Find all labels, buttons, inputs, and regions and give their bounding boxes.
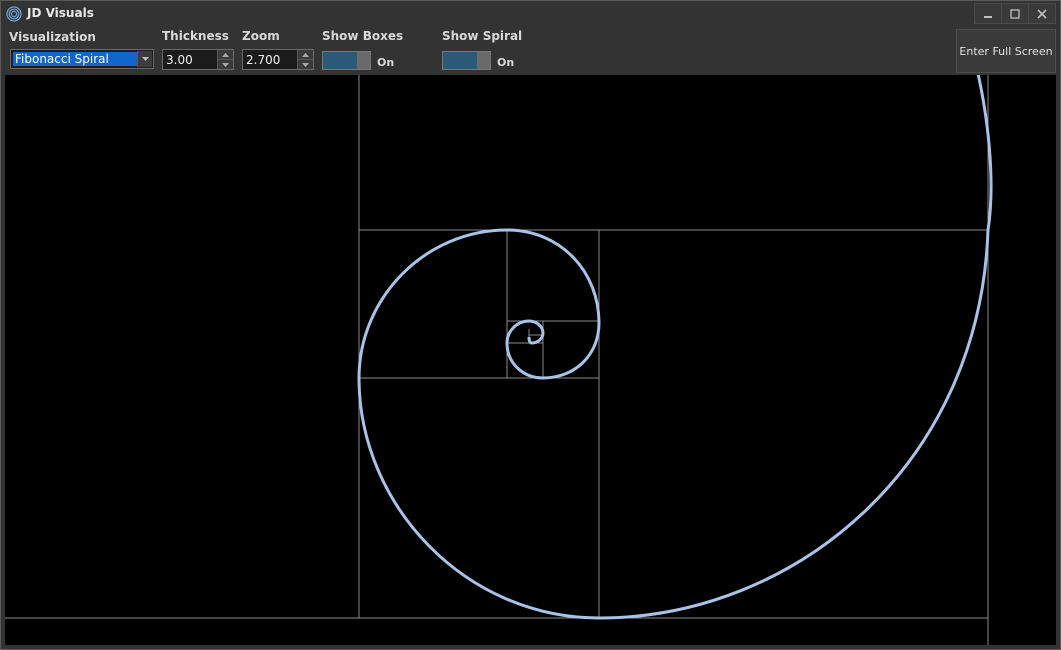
zoom-value[interactable]: 2.700 (246, 53, 280, 67)
title-bar[interactable]: JD Visuals (1, 1, 1060, 25)
close-button[interactable] (1028, 3, 1056, 24)
show-boxes-state: On (377, 56, 395, 69)
show-spiral-state: On (497, 56, 515, 69)
minimize-icon (984, 15, 992, 18)
fibonacci-box (358, 229, 600, 619)
zoom-spin-buttons (297, 50, 313, 69)
fibonacci-spiral-drawing (5, 44, 993, 645)
dropdown-arrow-button[interactable] (137, 51, 152, 67)
arrow-up-icon (302, 52, 309, 57)
fibonacci-boxes (5, 75, 989, 645)
thickness-spin-buttons (217, 50, 233, 69)
chevron-down-icon (141, 57, 149, 61)
show-boxes-toggle[interactable] (322, 51, 371, 70)
visualization-canvas[interactable] (5, 44, 1056, 645)
zoom-increment[interactable] (298, 50, 313, 60)
window-title: JD Visuals (27, 6, 94, 20)
show-spiral-toggle[interactable] (442, 51, 491, 70)
app-window: JD Visuals Visualization Fibonacci Spira… (0, 0, 1061, 650)
zoom-label: Zoom (242, 29, 280, 43)
zoom-decrement[interactable] (298, 60, 313, 69)
arrow-up-icon (222, 52, 229, 57)
window-controls (974, 3, 1056, 24)
arrow-down-icon (222, 62, 229, 67)
thickness-label: Thickness (162, 29, 229, 43)
enter-full-screen-button[interactable]: Enter Full Screen (956, 29, 1056, 73)
close-icon (1037, 8, 1047, 19)
thickness-increment[interactable] (218, 50, 233, 60)
thickness-value[interactable]: 3.00 (166, 53, 193, 67)
toggle-knob (477, 52, 490, 69)
maximize-icon (1010, 8, 1020, 19)
show-spiral-label: Show Spiral (442, 29, 523, 43)
thickness-stepper[interactable]: 3.00 (162, 49, 234, 70)
spiral-icon (6, 6, 22, 22)
zoom-stepper[interactable]: 2.700 (242, 49, 314, 70)
visualization-label: Visualization (9, 30, 96, 44)
show-boxes-label: Show Boxes (322, 29, 404, 43)
visualization-select[interactable]: Fibonacci Spiral (10, 49, 154, 69)
fibonacci-spiral-curve (357, 44, 993, 620)
toggle-knob (357, 52, 370, 69)
thickness-decrement[interactable] (218, 60, 233, 69)
maximize-button[interactable] (1001, 3, 1029, 24)
visualization-selected-value: Fibonacci Spiral (13, 52, 137, 66)
minimize-button[interactable] (974, 3, 1002, 24)
arrow-down-icon (302, 62, 309, 67)
